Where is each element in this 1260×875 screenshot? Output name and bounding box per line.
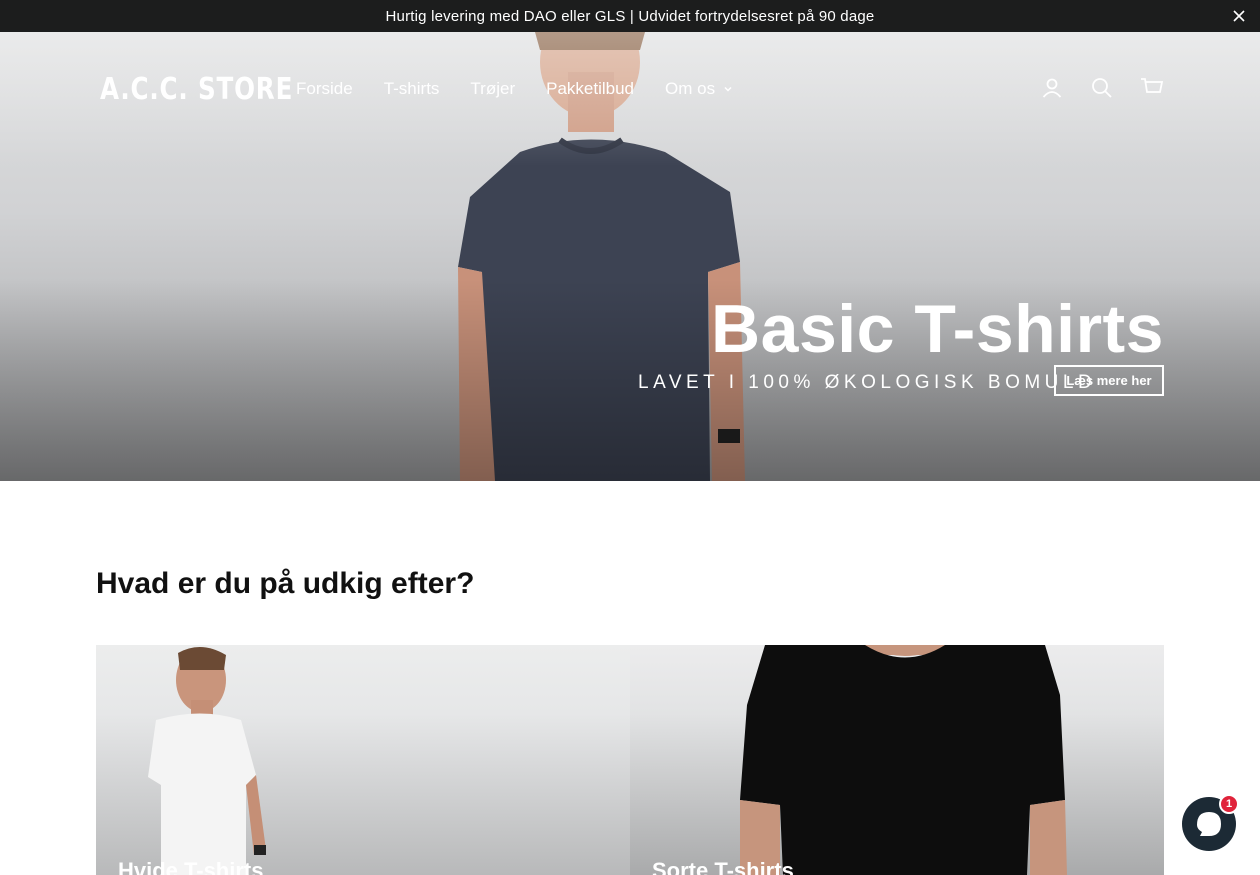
search-icon[interactable]	[1090, 76, 1114, 100]
nav-item-pakketilbud[interactable]: Pakketilbud	[546, 79, 634, 99]
account-icon[interactable]	[1040, 76, 1064, 100]
hero-title: Basic T-shirts	[711, 291, 1164, 367]
site-header: A.C.C. STORE Forside T-shirts Trøjer Pak…	[0, 32, 1260, 147]
cart-icon[interactable]	[1140, 76, 1164, 100]
white-tshirt-image	[148, 646, 266, 875]
hero-subtitle: LAVET I 100% ØKOLOGISK BOMULD	[638, 372, 1097, 393]
collection-label-white: Hvide T-shirts	[118, 858, 264, 875]
section-title: Hvad er du på udkig efter?	[96, 567, 475, 600]
nav-item-om-os[interactable]: Om os	[665, 79, 733, 99]
announcement-bar: Hurtig levering med DAO eller GLS | Udvi…	[0, 0, 1260, 32]
nav-item-tshirts[interactable]: T-shirts	[384, 79, 440, 99]
header-icons	[1040, 76, 1164, 100]
main-nav: Forside T-shirts Trøjer Pakketilbud Om o…	[296, 79, 764, 99]
chat-notification-badge: 1	[1219, 794, 1239, 814]
announcement-text: Hurtig levering med DAO eller GLS | Udvi…	[385, 7, 875, 25]
close-icon[interactable]	[1230, 7, 1248, 25]
black-tshirt-image	[740, 645, 1067, 875]
nav-item-om-os-label: Om os	[665, 79, 716, 98]
collection-card-white[interactable]: Hvide T-shirts	[96, 645, 630, 875]
collection-grid: Hvide T-shirts Sorte T-shirts	[96, 645, 1164, 875]
collection-label-black: Sorte T-shirts	[652, 858, 794, 875]
nav-item-forside[interactable]: Forside	[296, 79, 353, 99]
nav-item-trojer[interactable]: Trøjer	[470, 79, 515, 99]
read-more-button[interactable]: Læs mere her	[1054, 365, 1164, 396]
collection-card-black[interactable]: Sorte T-shirts	[630, 645, 1164, 875]
store-logo[interactable]: A.C.C. STORE	[100, 72, 293, 107]
chevron-down-icon	[724, 86, 732, 92]
